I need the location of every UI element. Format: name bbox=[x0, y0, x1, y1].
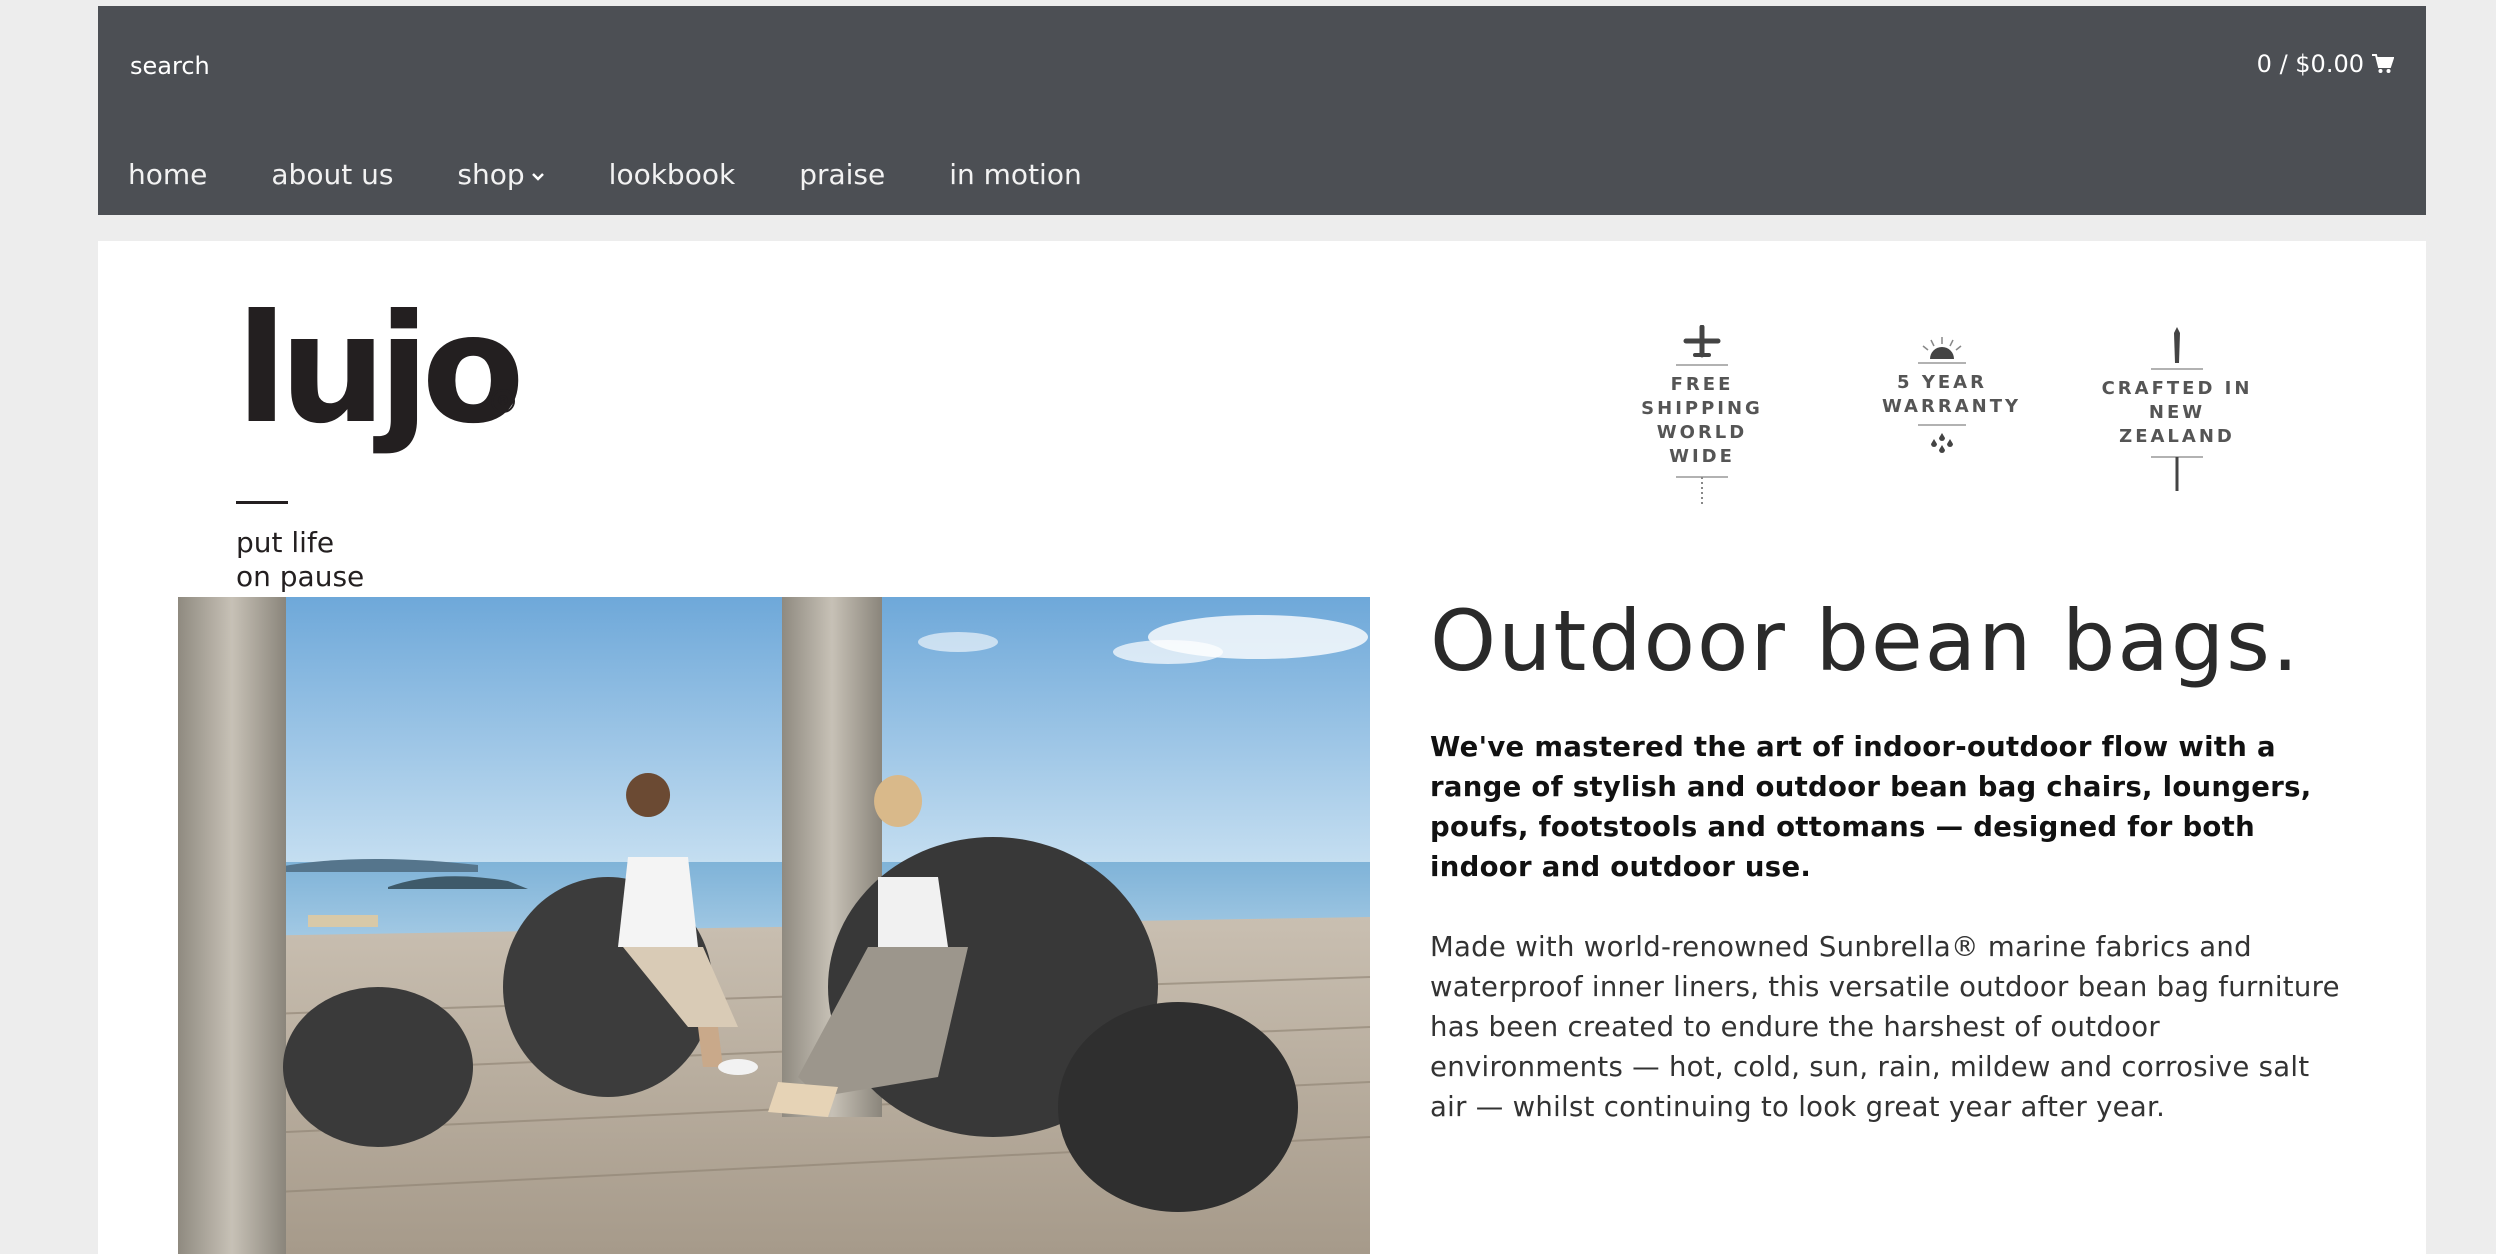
dotted-line-icon bbox=[1676, 476, 1728, 507]
content-section: Outdoor bean bags. We've mastered the ar… bbox=[1430, 591, 2340, 1127]
main-panel: lujo ® put life on pause FREE SHIPPING W… bbox=[98, 241, 2426, 1254]
search-link[interactable]: search bbox=[130, 52, 210, 80]
nav-shop-label: shop bbox=[457, 158, 525, 191]
page-title: Outdoor bean bags. bbox=[1430, 592, 2301, 690]
main-nav: home about us shop lookbook praise in mo… bbox=[128, 158, 1146, 191]
cart-total: 0 / $0.00 bbox=[2256, 50, 2364, 78]
badge-shipping-line1: FREE SHIPPING bbox=[1641, 374, 1763, 419]
chevron-down-icon bbox=[531, 172, 544, 181]
cart-icon bbox=[2372, 54, 2394, 73]
logo-divider bbox=[236, 501, 288, 504]
nav-item-about-us[interactable]: about us bbox=[271, 158, 393, 191]
nav-item-in-motion[interactable]: in motion bbox=[949, 158, 1081, 191]
nav-about-label: about us bbox=[271, 158, 394, 191]
registered-mark: ® bbox=[491, 389, 515, 413]
badge-warranty: 5 YEAR WARRANTY bbox=[1882, 335, 2022, 455]
sun-icon bbox=[1918, 337, 1966, 364]
hero-image bbox=[178, 597, 1370, 1254]
tagline-line-2: on pause bbox=[236, 560, 365, 593]
badge-shipping-line2: WORLD WIDE bbox=[1656, 422, 1748, 467]
nav-item-home[interactable]: home bbox=[128, 158, 207, 191]
top-bar: search 0 / $0.00 home about us shop look… bbox=[98, 6, 2426, 215]
thread-icon bbox=[2151, 456, 2203, 491]
brand-logo[interactable]: lujo ® put life on pause bbox=[236, 283, 536, 593]
nav-lookbook-label: lookbook bbox=[608, 158, 736, 191]
nav-item-lookbook[interactable]: lookbook bbox=[609, 158, 736, 191]
badge-crafted-line2: NEW ZEALAND bbox=[2119, 402, 2235, 447]
tagline-line-1: put life bbox=[236, 526, 335, 559]
brand-tagline: put life on pause bbox=[236, 526, 364, 594]
needle-icon bbox=[2151, 327, 2203, 370]
badge-crafted-line1: CRAFTED IN bbox=[2101, 378, 2253, 399]
badge-warranty-line2: WARRANTY bbox=[1882, 396, 2022, 417]
outdoor-bean-bags-photo bbox=[178, 597, 1370, 1254]
badge-crafted: CRAFTED IN NEW ZEALAND bbox=[2092, 325, 2262, 493]
airplane-icon bbox=[1676, 325, 1728, 366]
drops-icon bbox=[1918, 424, 1966, 453]
nav-in-motion-label: in motion bbox=[949, 158, 1082, 191]
nav-home-label: home bbox=[128, 158, 208, 191]
cart-button[interactable]: 0 / $0.00 bbox=[2257, 50, 2394, 78]
nav-item-praise[interactable]: praise bbox=[799, 158, 885, 191]
lead-paragraph: We've mastered the art of indoor-outdoor… bbox=[1430, 731, 2312, 883]
body-paragraph: Made with world-renowned Sunbrella® mari… bbox=[1430, 931, 2340, 1123]
badge-warranty-line1: 5 YEAR bbox=[1897, 372, 1987, 393]
nav-item-shop[interactable]: shop bbox=[457, 158, 544, 191]
nav-praise-label: praise bbox=[799, 158, 886, 191]
logo-wordmark: lujo bbox=[236, 283, 525, 457]
badge-free-shipping: FREE SHIPPING WORLD WIDE bbox=[1622, 325, 1782, 509]
